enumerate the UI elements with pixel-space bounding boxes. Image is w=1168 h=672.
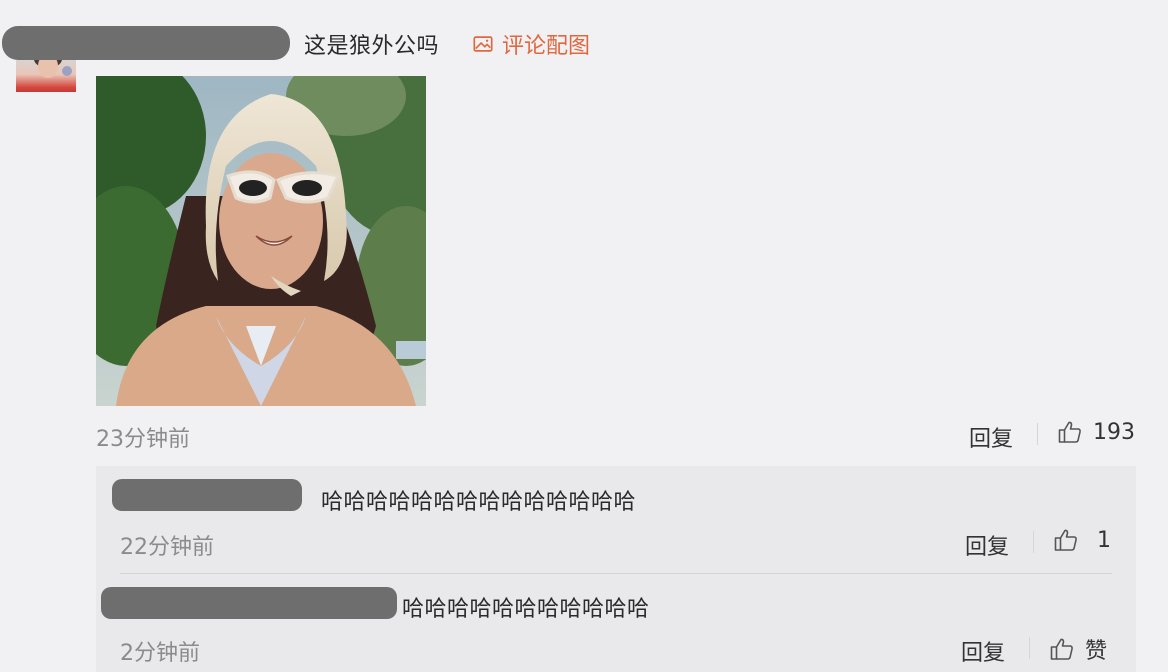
reply-timestamp: 2分钟前 <box>120 641 200 666</box>
like-button[interactable]: 1 <box>1053 527 1111 553</box>
thumbs-up-icon <box>1050 638 1073 660</box>
reply-button[interactable]: 回复 <box>969 421 1013 453</box>
reply-divider <box>120 573 1112 574</box>
reply-text: 哈哈哈哈哈哈哈哈哈哈哈哈哈哈 <box>321 490 637 515</box>
reply-timestamp: 22分钟前 <box>120 535 214 560</box>
divider <box>1029 637 1030 659</box>
reply-button[interactable]: 回复 <box>965 529 1009 561</box>
reply-text: 哈哈哈哈哈哈哈哈哈哈哈 <box>402 597 650 622</box>
comment-image-label: 评论配图 <box>502 34 591 59</box>
portrait-image <box>96 76 426 406</box>
like-count: 193 <box>1093 419 1135 445</box>
redacted-username <box>2 26 290 60</box>
comment-image[interactable] <box>96 76 426 406</box>
avatar[interactable] <box>16 60 76 92</box>
reply-button[interactable]: 回复 <box>961 635 1005 667</box>
thumbs-up-icon <box>1058 421 1081 443</box>
comment-text: 这是狼外公吗 <box>304 34 440 59</box>
like-button[interactable]: 193 <box>1057 419 1135 445</box>
divider <box>1033 531 1034 553</box>
like-label: 赞 <box>1085 639 1108 664</box>
divider <box>1037 423 1038 445</box>
like-count: 1 <box>1097 527 1111 553</box>
redacted-username <box>112 479 302 511</box>
comment-image-link[interactable]: 评论配图 <box>472 28 590 60</box>
redacted-username <box>101 587 397 619</box>
image-icon <box>473 36 493 52</box>
like-button[interactable]: 赞 <box>1049 633 1107 665</box>
comment-thread: 这是狼外公吗 评论配图 23分钟前 回复 193 哈哈哈哈哈哈哈哈哈哈哈哈哈哈 … <box>0 0 1168 672</box>
comment-timestamp: 23分钟前 <box>96 427 190 452</box>
thumbs-up-icon <box>1054 529 1077 551</box>
